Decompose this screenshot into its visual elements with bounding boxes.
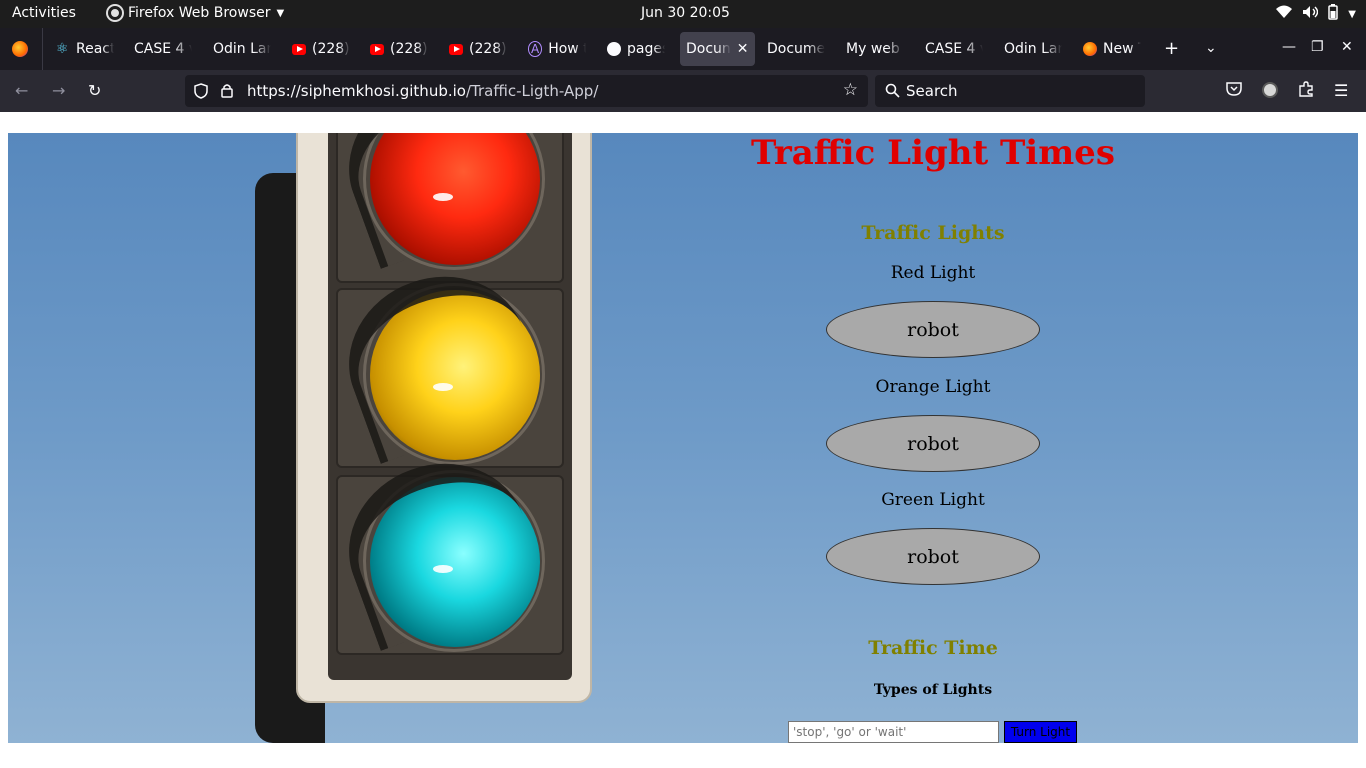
address-bar[interactable]: https://siphemkhosi.github.io/Traffic-Li… xyxy=(185,75,868,107)
search-icon xyxy=(885,83,900,102)
app-name: Firefox Web Browser xyxy=(128,5,271,21)
tab-case4-2[interactable]: CASE 4 v xyxy=(919,32,989,66)
youtube-icon xyxy=(292,43,306,55)
wifi-icon xyxy=(1276,5,1293,23)
back-arrow-icon[interactable]: ← xyxy=(15,81,28,100)
youtube-icon xyxy=(449,43,463,55)
extensions-icon[interactable] xyxy=(1298,81,1314,101)
tab-case4[interactable]: CASE 4 v xyxy=(128,32,198,66)
forward-arrow-icon[interactable]: → xyxy=(52,81,65,100)
red-light-robot: robot xyxy=(826,301,1040,358)
tab-odin-2[interactable]: Odin Lan xyxy=(998,32,1068,66)
tab-document[interactable]: Docume xyxy=(761,32,831,66)
page-content: Traffic Light Times Traffic Lights Red L… xyxy=(8,133,1358,743)
tab-react[interactable]: ⚛ React xyxy=(50,32,120,66)
system-top-bar: Activities Firefox Web Browser ▼ Jun 30 … xyxy=(0,0,1366,28)
yellow-lamp-glint xyxy=(433,383,453,391)
tab-youtube-2[interactable]: (228) xyxy=(364,32,434,66)
red-lamp-glint xyxy=(433,193,453,201)
traffic-time-heading: Traffic Time xyxy=(868,637,998,659)
tab-strip: ⚛ React CASE 4 v Odin Lan (228) (228) (2… xyxy=(0,28,1366,70)
youtube-icon xyxy=(370,43,384,55)
green-lamp-glint xyxy=(433,565,453,573)
reload-icon[interactable]: ↻ xyxy=(88,81,101,100)
firefox-view-icon[interactable] xyxy=(12,41,28,57)
pocket-icon[interactable] xyxy=(1226,81,1242,100)
orange-light-label: Orange Light xyxy=(875,377,991,397)
vite-icon: A xyxy=(528,41,543,57)
search-bar[interactable]: Search xyxy=(875,75,1145,107)
orange-light-robot: robot xyxy=(826,415,1040,472)
chevron-down-icon: ▼ xyxy=(276,7,285,19)
firefox-icon xyxy=(1083,42,1097,56)
activities-button[interactable]: Activities xyxy=(12,5,76,21)
tab-youtube-1[interactable]: (228) xyxy=(286,32,356,66)
tab-youtube-3[interactable]: (228) xyxy=(443,32,513,66)
react-icon: ⚛ xyxy=(56,41,69,57)
volume-icon xyxy=(1302,5,1319,23)
lock-icon[interactable] xyxy=(221,83,233,102)
tab-new-tab[interactable]: New T xyxy=(1077,32,1147,66)
minimize-icon[interactable]: — xyxy=(1282,39,1296,55)
types-of-lights-label: Types of Lights xyxy=(873,682,993,698)
light-type-input[interactable] xyxy=(788,721,999,743)
tab-odin[interactable]: Odin Lan xyxy=(207,32,277,66)
turn-light-button[interactable]: Turn Light xyxy=(1004,721,1077,743)
tab-vite[interactable]: A How t xyxy=(522,32,592,66)
tab-github-pages[interactable]: pages xyxy=(601,32,671,66)
app-menu[interactable]: Firefox Web Browser ▼ xyxy=(108,5,284,21)
traffic-lights-heading: Traffic Lights xyxy=(861,222,1005,244)
system-tray[interactable]: ▼ xyxy=(1276,4,1356,24)
hamburger-menu-icon[interactable]: ☰ xyxy=(1334,81,1348,100)
tab-document-active[interactable]: Docun ✕ xyxy=(680,32,755,66)
green-light-label: Green Light xyxy=(881,490,985,510)
firefox-icon xyxy=(108,6,122,20)
clock[interactable]: Jun 30 20:05 xyxy=(641,5,730,21)
green-light-robot: robot xyxy=(826,528,1040,585)
shield-icon[interactable] xyxy=(194,83,208,103)
url-text[interactable]: https://siphemkhosi.github.io/Traffic-Li… xyxy=(247,82,598,100)
new-tab-plus-icon[interactable]: + xyxy=(1164,38,1179,59)
red-light-label: Red Light xyxy=(890,263,976,283)
maximize-icon[interactable]: ❐ xyxy=(1311,39,1324,55)
navigation-bar: ← → ↻ https://siphemkhosi.github.io/Traf… xyxy=(0,70,1366,112)
account-avatar-icon[interactable] xyxy=(1262,82,1278,98)
list-all-tabs-icon[interactable]: ⌄ xyxy=(1205,40,1217,56)
chevron-down-icon: ▼ xyxy=(1348,8,1356,20)
page-title: Traffic Light Times xyxy=(751,133,1115,173)
battery-icon xyxy=(1328,4,1339,24)
close-icon[interactable]: ✕ xyxy=(737,41,749,57)
close-window-icon[interactable]: ✕ xyxy=(1341,39,1353,55)
bookmark-star-icon[interactable]: ☆ xyxy=(843,80,858,100)
tab-my-web[interactable]: My web c xyxy=(840,32,910,66)
github-icon xyxy=(607,42,621,56)
